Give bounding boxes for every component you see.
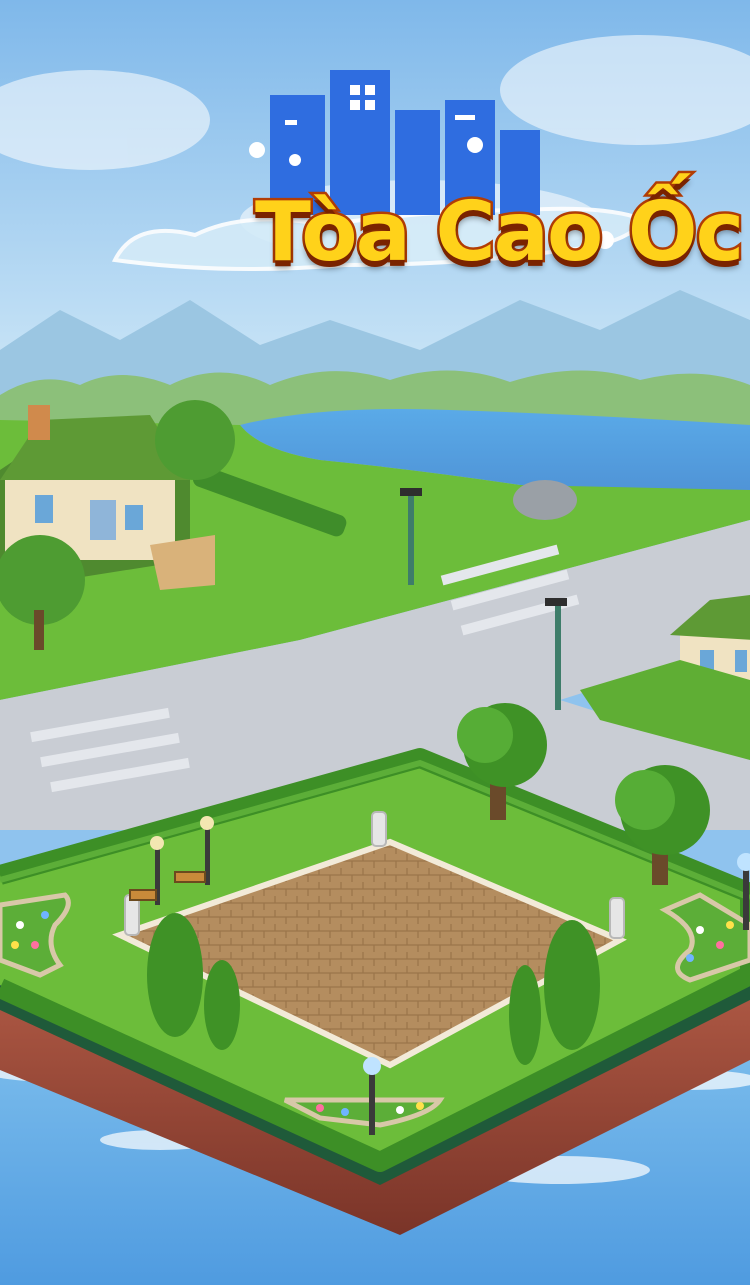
game-title: Tòa Cao Ốc [252,183,746,283]
game-splash-screen: Tòa Cao Ốc [0,0,750,1285]
tree-left-back [155,400,235,480]
game-logo: Tòa Cao Ốc [105,60,747,290]
rock [513,480,577,520]
